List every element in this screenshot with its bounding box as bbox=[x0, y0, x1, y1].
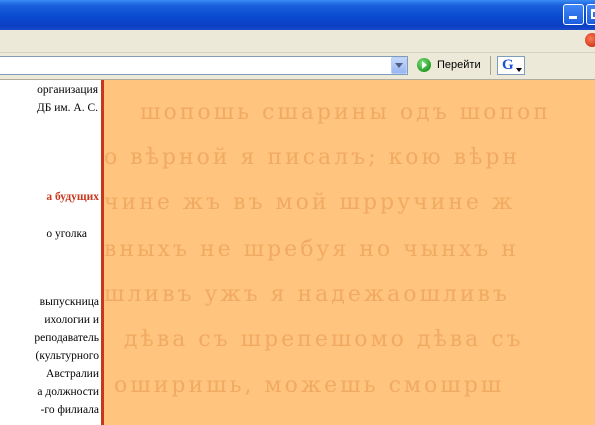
background-text-line: о вѣрной я писалъ; кою вѣрн bbox=[104, 145, 521, 170]
background-text-line: чине жъ въ мой шрручине ж bbox=[104, 190, 516, 215]
address-input[interactable] bbox=[0, 56, 408, 75]
text-line: о уголка bbox=[46, 228, 87, 240]
text-line: -го филиала bbox=[40, 404, 99, 416]
menu-bar bbox=[0, 30, 595, 53]
text-line: ДБ им. А. С. bbox=[36, 102, 98, 114]
go-arrow-icon[interactable] bbox=[417, 58, 431, 72]
text-line: Австралии bbox=[46, 368, 99, 380]
browser-logo-icon bbox=[585, 33, 595, 47]
background-text-line: оширишь, можешь смошрш bbox=[114, 373, 505, 398]
google-toolbar-icon[interactable]: G bbox=[497, 56, 525, 75]
text-line: реподаватель bbox=[34, 332, 99, 344]
background-text-line: вныхъ не шребуя но чынхъ н bbox=[104, 237, 519, 262]
background-panel: шопошь сшарины одъ шопоп о вѣрной я писа… bbox=[104, 80, 595, 425]
text-line: а должности bbox=[37, 386, 99, 398]
background-text-line: шопошь сшарины одъ шопоп bbox=[140, 100, 551, 125]
toolbar-separator bbox=[490, 56, 491, 75]
text-line: выпускница bbox=[39, 296, 99, 308]
text-line: ихологии и bbox=[44, 314, 99, 326]
text-line: (культурного bbox=[35, 350, 99, 362]
title-bar bbox=[0, 0, 595, 30]
left-text-column: организация ДБ им. А. С. а будущих о уго… bbox=[0, 80, 101, 425]
minimize-button[interactable] bbox=[563, 4, 584, 25]
address-dropdown-button[interactable] bbox=[391, 57, 407, 74]
background-text-line: дѣва съ шрепешомо дѣва съ bbox=[124, 327, 524, 352]
go-button[interactable]: Перейти bbox=[437, 59, 481, 71]
text-line: организация bbox=[37, 84, 98, 96]
background-text-line: шливъ ужъ я надежаошливъ bbox=[104, 282, 510, 307]
text-line-highlight: а будущих bbox=[46, 191, 99, 203]
maximize-button[interactable] bbox=[586, 4, 595, 25]
